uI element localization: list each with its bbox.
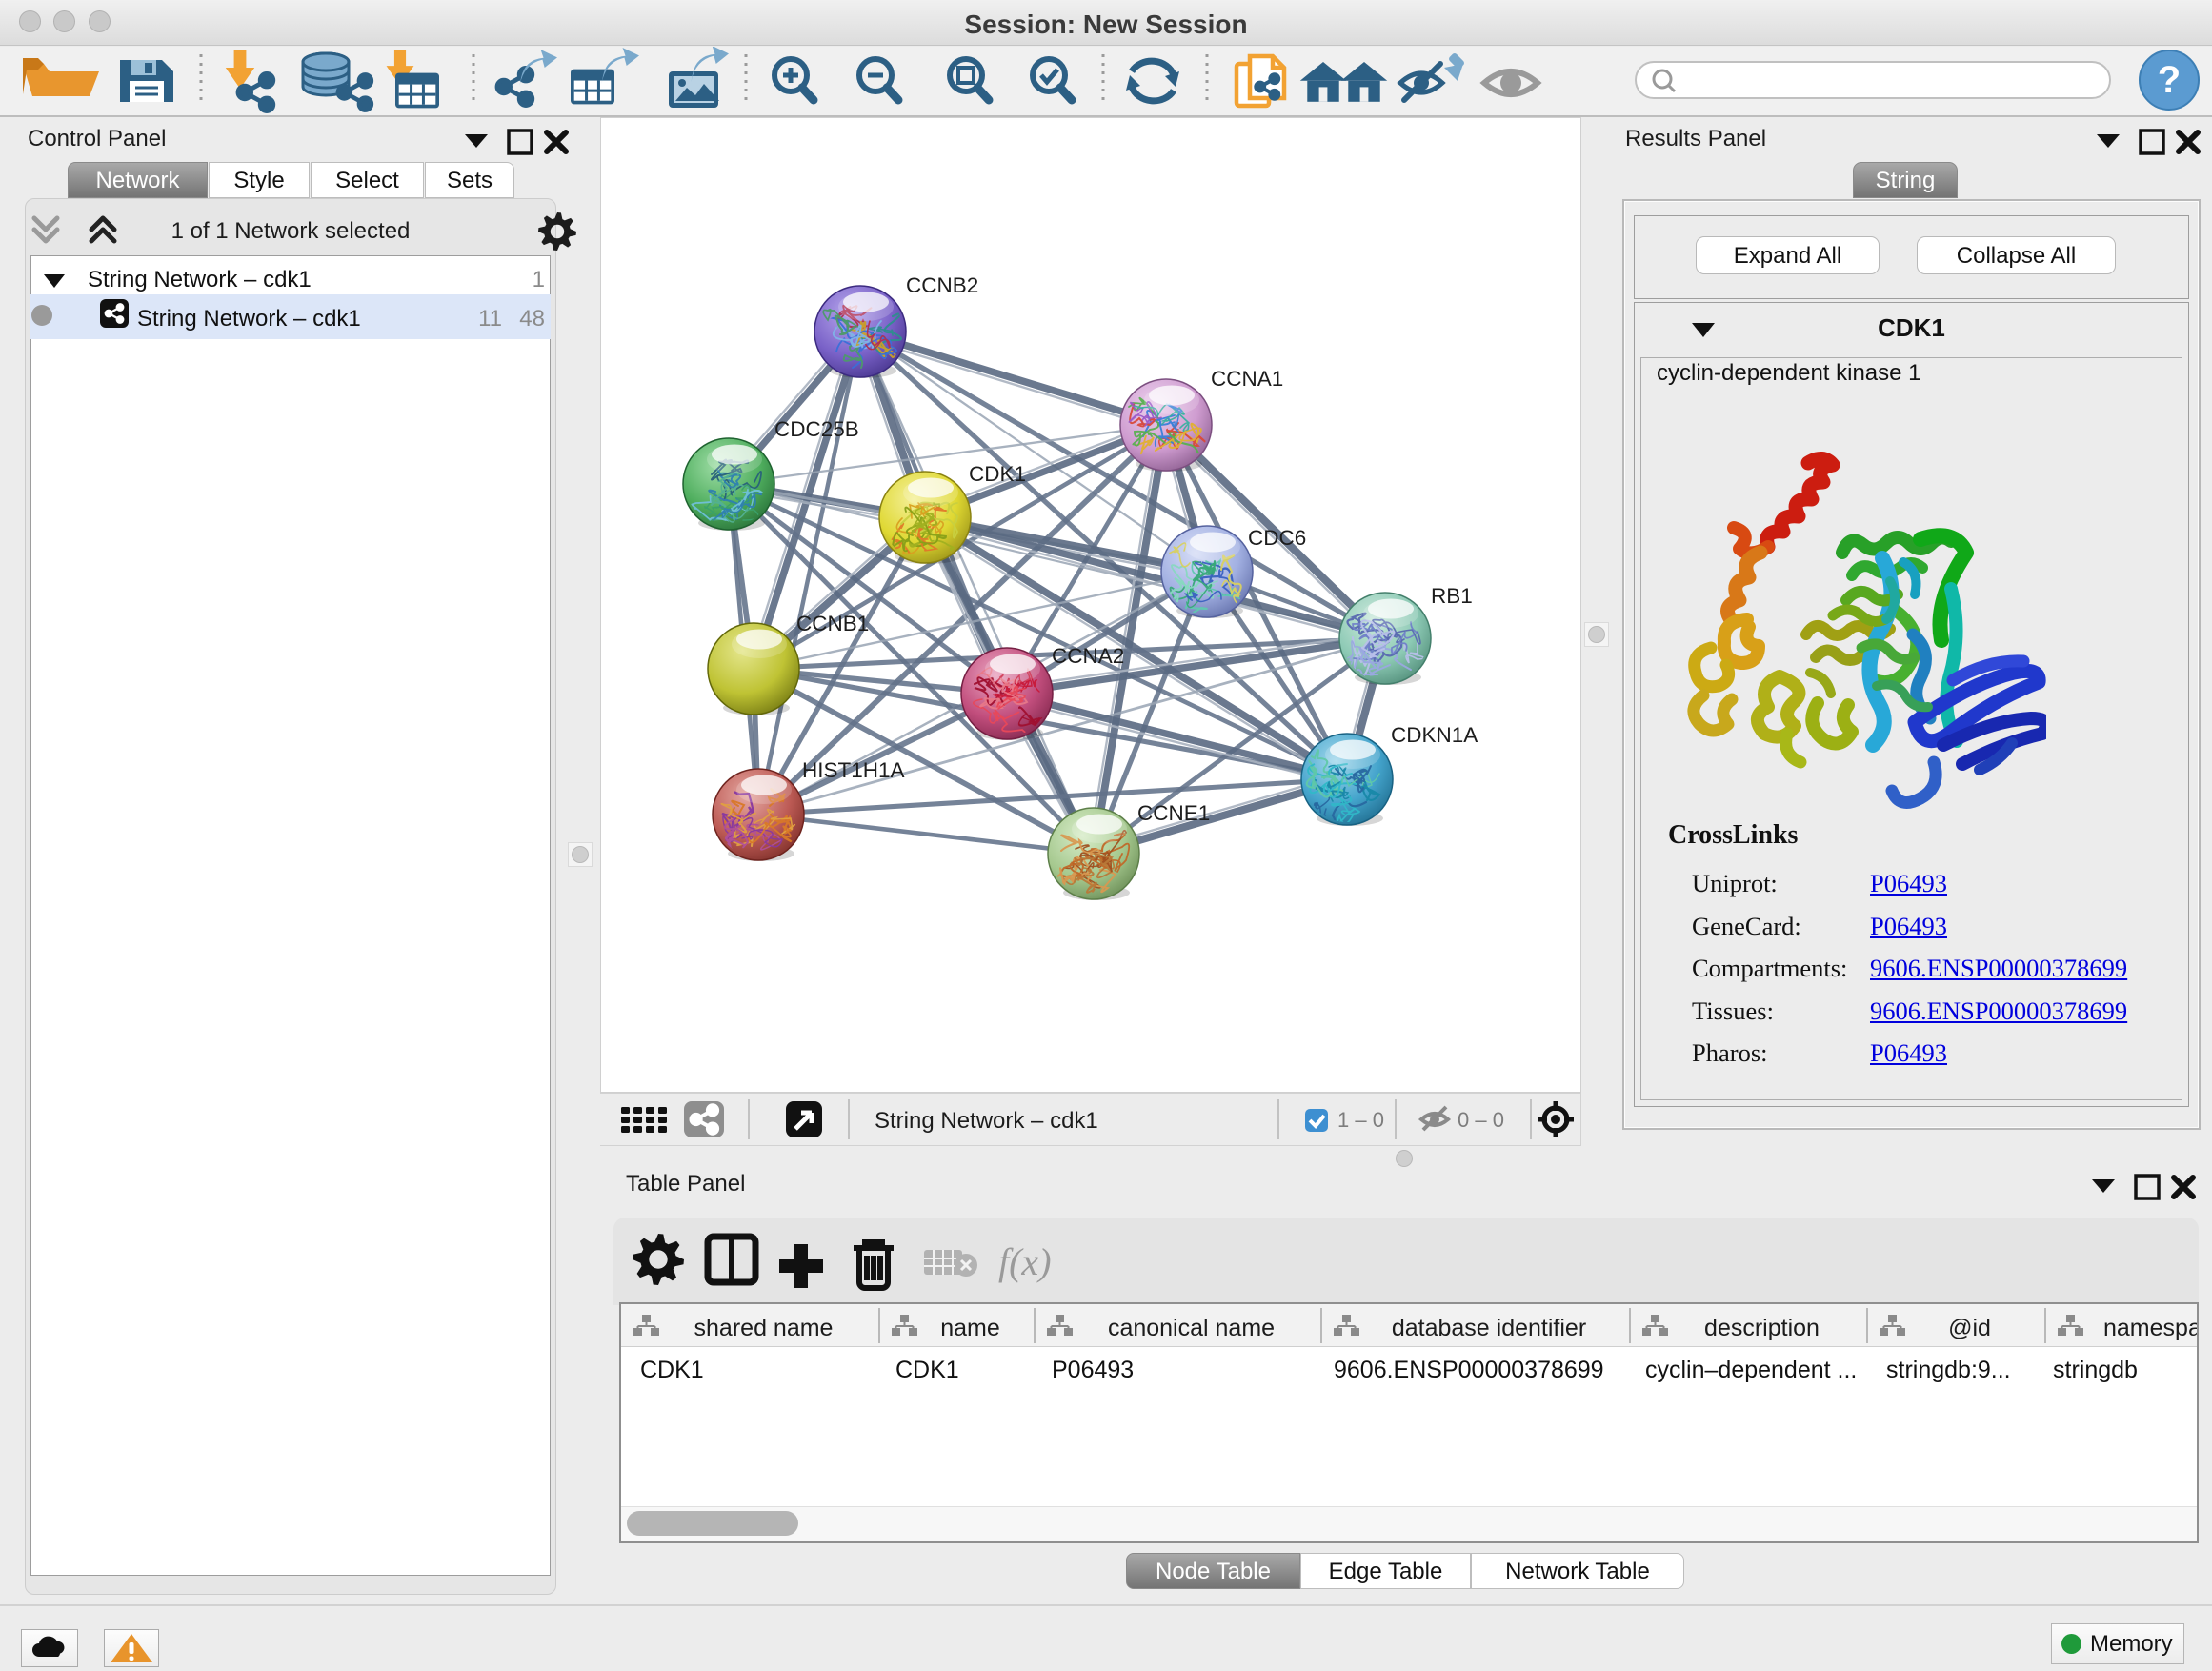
svg-text:1 – 0: 1 – 0 — [1337, 1108, 1384, 1132]
svg-text:stringdb: stringdb — [2053, 1357, 2138, 1383]
svg-text:CCNA2: CCNA2 — [1052, 644, 1124, 668]
svg-text:CDC6: CDC6 — [1248, 526, 1306, 550]
svg-text:0 – 0: 0 – 0 — [1458, 1108, 1504, 1132]
svg-text:stringdb:9...: stringdb:9... — [1886, 1357, 2011, 1383]
svg-text:String Network – cdk1: String Network – cdk1 — [875, 1108, 1098, 1134]
svg-text:database identifier: database identifier — [1392, 1315, 1586, 1341]
svg-text:description: description — [1704, 1315, 1820, 1341]
svg-text:name: name — [940, 1315, 1000, 1341]
svg-text:CCNE1: CCNE1 — [1137, 801, 1210, 825]
svg-text:shared name: shared name — [694, 1315, 834, 1341]
svg-text:RB1: RB1 — [1431, 584, 1473, 608]
svg-text:P06493: P06493 — [1052, 1357, 1134, 1383]
svg-text:HIST1H1A: HIST1H1A — [802, 758, 905, 782]
svg-text:CCNB2: CCNB2 — [906, 273, 978, 297]
svg-text:9606.ENSP00000378699: 9606.ENSP00000378699 — [1334, 1357, 1604, 1383]
svg-text:cyclin–dependent ...: cyclin–dependent ... — [1645, 1357, 1857, 1383]
svg-text:CCNA1: CCNA1 — [1211, 367, 1283, 391]
svg-text:CCNB1: CCNB1 — [796, 612, 869, 635]
svg-text:CDC25B: CDC25B — [774, 417, 859, 441]
svg-text:canonical name: canonical name — [1108, 1315, 1275, 1341]
svg-text:f(x): f(x) — [998, 1240, 1052, 1283]
svg-text:CDK1: CDK1 — [969, 462, 1026, 486]
svg-text:@id: @id — [1948, 1315, 1991, 1341]
svg-text:CDKN1A: CDKN1A — [1391, 723, 1478, 747]
svg-text:namespace: namespace — [2103, 1315, 2197, 1341]
svg-text:?: ? — [2158, 59, 2181, 101]
svg-text:CDK1: CDK1 — [640, 1357, 704, 1383]
svg-text:CDK1: CDK1 — [895, 1357, 959, 1383]
